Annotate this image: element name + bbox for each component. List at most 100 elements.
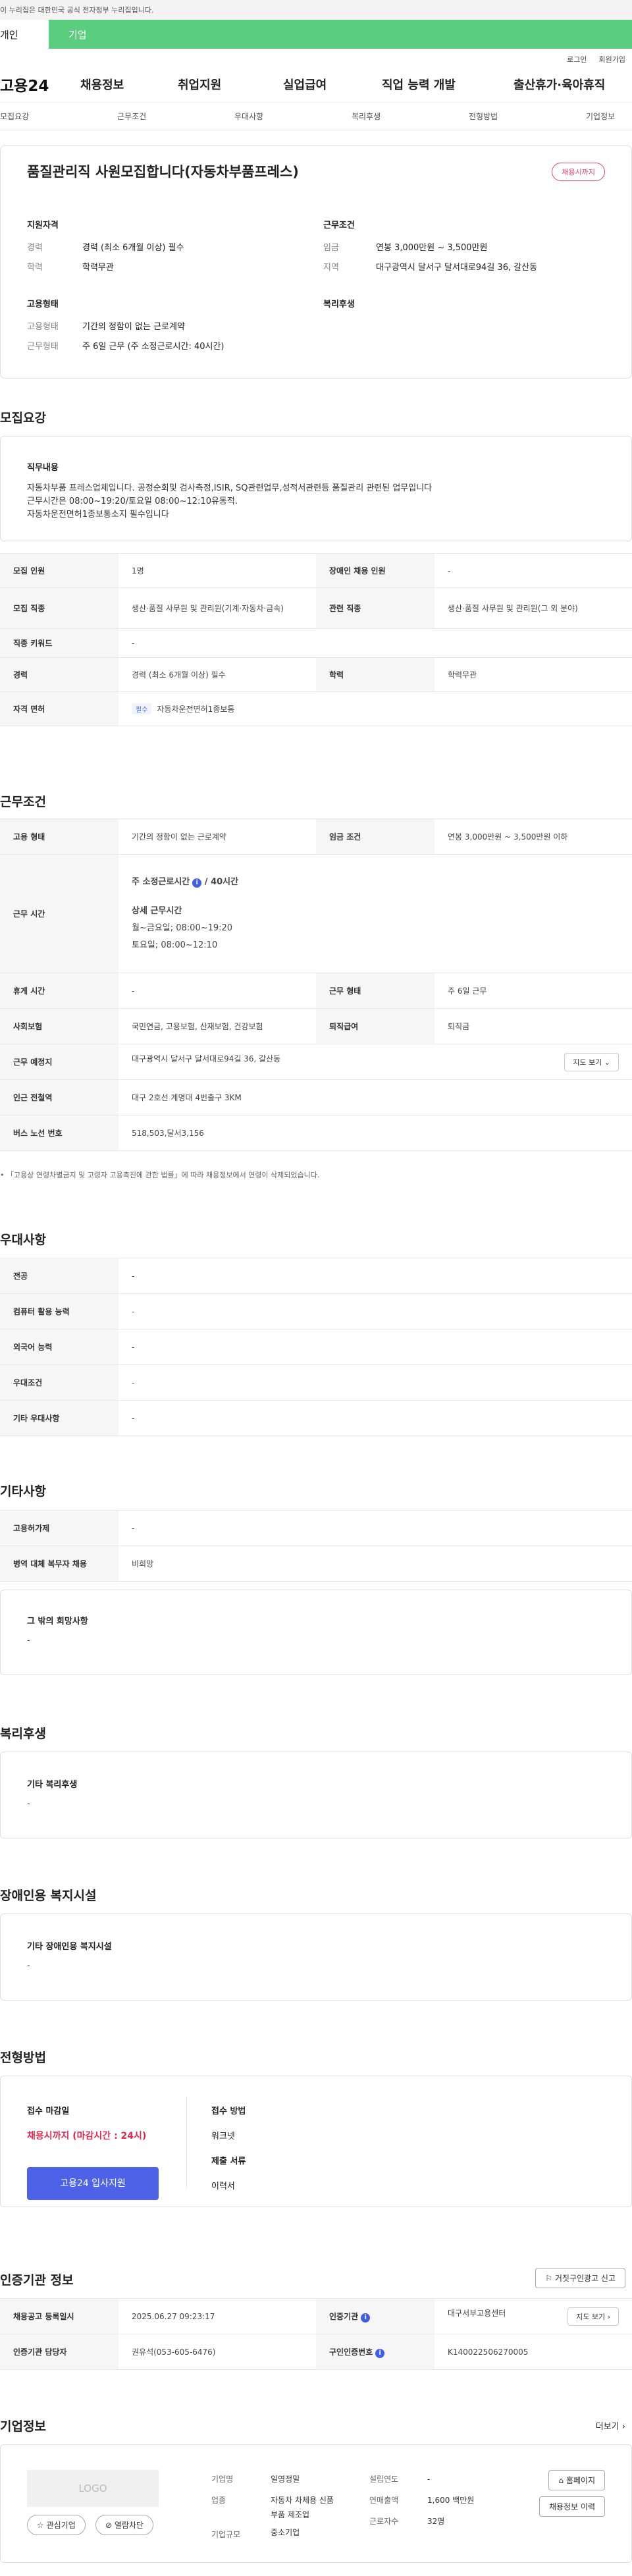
info-icon[interactable]: i	[361, 2313, 371, 2322]
recruit-section-title: 모집요강	[0, 411, 46, 425]
tab-corp[interactable]: 기업	[49, 20, 632, 49]
table-row: 모집 인원 1명 장애인 채용 인원 -	[0, 553, 632, 588]
nav-item-jobs[interactable]: 채용정보	[80, 76, 178, 93]
disabled-facility-card: 기타 장애인용 복지시설 -	[0, 1914, 632, 2000]
org-value: 대구서부고용센터	[448, 2308, 506, 2318]
hiring-history-button[interactable]: 채용정보 이력	[539, 2496, 605, 2517]
table-cell: -	[118, 1293, 632, 1329]
favorite-company-button[interactable]: ☆ 관심기업	[27, 2515, 86, 2535]
company-more-link[interactable]: 더보기 ›	[596, 2419, 625, 2432]
weekly-hours-label: 주 소정근로시간	[132, 876, 190, 887]
anchor-company[interactable]: 기업정보	[586, 111, 632, 122]
welfare-card-heading: 기타 복리후생	[27, 1780, 78, 1790]
table-row: 버스 노선 번호 518,503,달서3,156	[0, 1115, 632, 1151]
table-header-cell: 고용허가제	[0, 1510, 118, 1546]
wish-card: 그 밖의 희망사항 -	[0, 1590, 632, 1675]
company-name-value: 일영정밀	[271, 2475, 300, 2484]
site-logo[interactable]: 고용24	[0, 73, 80, 95]
nav-item-maternity-leave[interactable]: 출산휴가·육아휴직	[514, 76, 632, 93]
table-cell: 학력무관	[434, 657, 632, 692]
table-row: 직종 키워드 -	[0, 628, 632, 658]
map-button[interactable]: 지도 보기 ⌄	[564, 1052, 619, 1071]
area-label: 지역	[323, 263, 339, 273]
table-header-cell: 학력	[316, 657, 434, 692]
divider	[186, 2096, 187, 2188]
cert-table: 채용공고 등록일시 2025.06.27 09:23:17 인증기관 i 대구서부…	[0, 2298, 632, 2370]
report-fake-ad-button[interactable]: ⚐ 거짓구인광고 신고	[535, 2268, 625, 2288]
nav-item-skills[interactable]: 직업 능력 개발	[382, 76, 514, 93]
anchor-welfare[interactable]: 복리후생	[352, 111, 469, 122]
org-map-button[interactable]: 지도 보기 ›	[567, 2307, 619, 2326]
tab-person[interactable]: 개인	[0, 20, 49, 49]
block-view-button[interactable]: ⊘ 열람차단	[95, 2515, 154, 2535]
homepage-button[interactable]: ⌂ 홈페이지	[548, 2470, 605, 2490]
table-header-cell: 근무 형태	[316, 973, 434, 1009]
login-link[interactable]: 로그인	[567, 54, 587, 66]
info-icon[interactable]: i	[192, 878, 202, 888]
docs-heading: 제출 서류	[211, 2157, 246, 2166]
company-emp-value: 32명	[427, 2517, 445, 2526]
welfare-block: 복리후생	[323, 297, 355, 317]
signup-link[interactable]: 회원가입	[599, 54, 625, 66]
work-form-value: 주 6일 근무 (주 소정근로시간: 40시간)	[82, 342, 224, 352]
table-header-cell: 퇴직급여	[316, 1008, 434, 1044]
table-cell: 경력 (최소 6개월 이상) 필수	[118, 657, 316, 692]
table-cell: 주 6일 근무	[434, 973, 632, 1009]
table-row: 휴게 시간 - 근무 형태 주 6일 근무	[0, 973, 632, 1009]
table-cell: -	[118, 1258, 632, 1294]
duty-card: 직무내용 자동차부품 프레스업체입니다. 공정순회및 검사측정,ISIR, SQ…	[0, 436, 632, 541]
wage-label: 임금	[323, 243, 339, 253]
deadline-value: 채용시까지 (마감시간 : 24시)	[27, 2131, 147, 2141]
weekly-hours-value: 40시간	[211, 876, 239, 887]
company-emp-label: 근로자수	[369, 2517, 399, 2526]
detail-hours-1: 월~금요일; 08:00~19:20	[132, 923, 233, 933]
info-icon[interactable]: i	[375, 2348, 385, 2358]
work-section-title: 근무조건	[0, 795, 46, 809]
welfare-card-value: -	[27, 1799, 30, 1809]
nav-item-unemployment-benefit[interactable]: 실업급여	[283, 76, 382, 93]
home-icon: ⌂	[558, 2476, 566, 2485]
company-size-label: 기업규모	[211, 2530, 241, 2539]
anchor-work[interactable]: 근무조건	[117, 111, 234, 122]
table-header-cell: 인근 전철역	[0, 1079, 118, 1115]
table-row: 우대조건 -	[0, 1364, 632, 1401]
anchor-recruit[interactable]: 모집요강	[0, 111, 117, 122]
table-header-cell: 모집 직종	[0, 587, 118, 629]
company-values-2: - 1,600 백만원 32명	[427, 2469, 474, 2532]
section-anchor-nav: 모집요강 근무조건 우대사항 복리후생 전형방법 기업정보	[0, 103, 632, 130]
apply-button[interactable]: 고용24 입사지원	[27, 2167, 159, 2200]
job-title: 품질관리직 사원모집합니다(자동차부품프레스)	[27, 164, 299, 180]
table-cell: -	[118, 1400, 632, 1436]
block-label: 열람차단	[114, 2521, 144, 2530]
education-value: 학력무관	[82, 263, 114, 273]
anchor-pref[interactable]: 우대사항	[234, 111, 352, 122]
table-cell: 생산·품질 사무원 및 관리원(그 외 분야)	[434, 587, 632, 629]
table-row: 인증기관 담당자 권유석(053-605-6476) 구인인증번호 i K1400…	[0, 2334, 632, 2370]
table-header-cell: 버스 노선 번호	[0, 1115, 118, 1151]
main-nav: 고용24 채용정보 취업지원 실업급여 직업 능력 개발 출산휴가·육아휴직	[0, 66, 632, 103]
company-biz-value: 자동차 차체용 신품 부품 제조업	[271, 2496, 334, 2519]
table-cell: 권유석(053-605-6476)	[118, 2334, 316, 2370]
anchor-selection[interactable]: 전형방법	[469, 111, 586, 122]
org-map-label: 지도 보기	[576, 2312, 606, 2321]
other-section-title: 기타사항	[0, 1484, 46, 1499]
table-cell: 기간의 정함이 없는 근로계약	[118, 818, 316, 855]
table-header-cell: 경력	[0, 657, 118, 692]
table-header-cell: 자격 면허	[0, 691, 118, 726]
education-label: 학력	[27, 263, 43, 273]
table-cell: -	[434, 553, 632, 588]
homepage-label: 홈페이지	[566, 2476, 595, 2485]
emp-type-value: 기간의 정함이 없는 근로계약	[82, 322, 185, 332]
docs-value: 이력서	[211, 2182, 235, 2191]
table-row: 사회보험 국민연금, 고용보험, 산재보험, 건강보험 퇴직급여 퇴직금	[0, 1008, 632, 1044]
chevron-right-icon: ›	[607, 2312, 610, 2321]
table-cell: 대구 2호선 계명대 4번출구 3KM	[118, 1079, 632, 1115]
nav-items: 채용정보 취업지원 실업급여 직업 능력 개발 출산휴가·육아휴직	[80, 76, 632, 93]
table-header-cell: 기타 우대사항	[0, 1400, 118, 1436]
table-row: 채용공고 등록일시 2025.06.27 09:23:17 인증기관 i 대구서부…	[0, 2298, 632, 2334]
table-header-cell: 병역 대체 복무자 채용	[0, 1545, 118, 1582]
nav-item-employment-support[interactable]: 취업지원	[178, 76, 283, 93]
gov-notice-bar: 이 누리집은 대한민국 공식 전자정부 누리집입니다.	[0, 0, 632, 20]
closing-badge: 채용시까지	[552, 163, 605, 181]
company-biz-label: 업종	[211, 2496, 226, 2505]
